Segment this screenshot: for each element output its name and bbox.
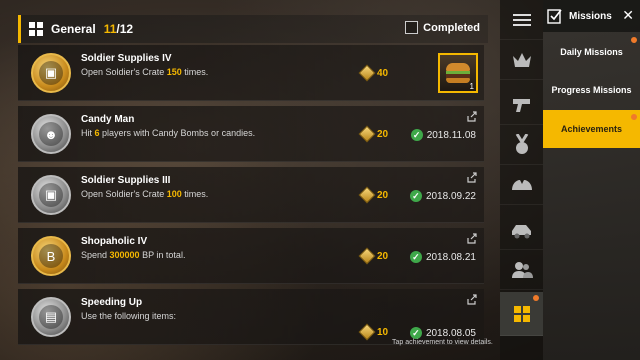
crate-medal-icon: ▣ xyxy=(31,53,71,93)
completion-date: 2018.09.22 xyxy=(425,190,476,202)
reward-item[interactable]: 1 xyxy=(438,53,478,93)
points-icon xyxy=(358,323,376,341)
achievement-desc: Open Soldier's Crate 100 times. xyxy=(81,189,208,199)
items-medal-icon: ▤ xyxy=(31,297,71,337)
achievement-list[interactable]: ▣ Soldier Supplies IV Open Soldier's Cra… xyxy=(18,45,484,345)
achievement-desc: Open Soldier's Crate 150 times. xyxy=(81,67,208,77)
notification-dot xyxy=(631,114,637,120)
desc-text: Open Soldier's Crate xyxy=(81,67,167,77)
desc-text: Use the following items: xyxy=(81,311,177,321)
desc-text: Hit xyxy=(81,128,95,138)
grid-glyph xyxy=(513,305,530,322)
desc-highlight: 150 xyxy=(166,67,182,77)
missions-header: Missions ✕ xyxy=(543,0,640,32)
check-icon: ✓ xyxy=(409,327,422,339)
completion-status: ✓ 2018.11.08 xyxy=(410,129,476,141)
achievement-points: 10 xyxy=(358,323,389,341)
points-value: 40 xyxy=(377,67,389,79)
points-value: 20 xyxy=(377,189,389,201)
points-value: 20 xyxy=(377,250,389,262)
completion-date: 2018.11.08 xyxy=(426,129,476,141)
share-icon[interactable] xyxy=(466,111,478,123)
completed-checkbox[interactable] xyxy=(405,21,419,34)
reward-count: 1 xyxy=(469,82,474,91)
achievements-header: General 11/12 Completed xyxy=(18,15,488,43)
desc-text: Spend xyxy=(81,250,110,260)
notification-dot xyxy=(631,37,637,43)
achievement-points: 40 xyxy=(358,64,389,82)
medal-icon[interactable] xyxy=(500,125,543,165)
achievement-row[interactable]: ☻ Candy Man Hit 6 players with Candy Bom… xyxy=(18,106,484,162)
count-total: /12 xyxy=(116,22,134,36)
completion-status: ✓ 2018.09.22 xyxy=(409,190,476,202)
notification-dot xyxy=(533,295,539,301)
achievement-desc: Spend 300000 BP in total. xyxy=(81,250,185,260)
missions-title: Missions xyxy=(569,10,612,22)
share-icon[interactable] xyxy=(466,294,478,306)
desc-text: times. xyxy=(181,67,209,77)
desc-text: BP in total. xyxy=(139,250,186,260)
achievement-points: 20 xyxy=(358,247,389,265)
achievement-title: Candy Man xyxy=(81,114,135,125)
points-icon xyxy=(358,247,376,265)
desc-text: players with Candy Bombs or candies. xyxy=(99,128,256,138)
crate-medal-icon: ▣ xyxy=(31,175,71,215)
share-icon[interactable] xyxy=(466,172,478,184)
crown-icon[interactable] xyxy=(500,40,543,80)
points-value: 10 xyxy=(377,326,389,338)
points-icon xyxy=(358,125,376,143)
points-value: 20 xyxy=(377,128,389,140)
completion-status: ✓ 2018.08.05 xyxy=(409,327,476,339)
burger-icon xyxy=(446,63,470,83)
achievement-title: Soldier Supplies III xyxy=(81,175,171,186)
menu-daily-missions[interactable]: Daily Missions xyxy=(543,33,640,71)
menu-icon[interactable] xyxy=(500,0,543,40)
desc-highlight: 100 xyxy=(166,189,182,199)
desc-highlight: 300000 xyxy=(109,250,140,260)
close-icon[interactable]: ✕ xyxy=(622,8,634,22)
achievement-title: Soldier Supplies IV xyxy=(81,53,172,64)
footer-hint: Tap achievement to view details. xyxy=(392,339,493,346)
completion-status: ✓ 2018.08.21 xyxy=(409,251,476,263)
check-icon: ✓ xyxy=(409,190,422,202)
check-icon: ✓ xyxy=(409,251,422,263)
check-icon: ✓ xyxy=(410,129,423,141)
desc-text: Open Soldier's Crate xyxy=(81,189,167,199)
missions-menu: Missions ✕ Daily Missions Progress Missi… xyxy=(543,0,640,360)
completion-date: 2018.08.05 xyxy=(425,327,476,339)
bp-medal-icon: B xyxy=(31,236,71,276)
checklist-icon xyxy=(547,9,562,24)
grid-icon xyxy=(29,22,43,36)
achievement-count: 11/12 xyxy=(104,22,133,36)
vehicle-icon[interactable] xyxy=(500,210,543,250)
achievement-points: 20 xyxy=(358,125,389,143)
achievement-desc: Hit 6 players with Candy Bombs or candie… xyxy=(81,128,255,138)
completion-date: 2018.08.21 xyxy=(425,251,476,263)
friends-icon[interactable] xyxy=(500,250,543,290)
achievement-row[interactable]: ▣ Soldier Supplies III Open Soldier's Cr… xyxy=(18,167,484,223)
count-done: 11 xyxy=(103,22,117,36)
achievement-row[interactable]: ▤ Speeding Up Use the following items: 1… xyxy=(18,289,484,345)
achievement-title: Shopaholic IV xyxy=(81,236,148,247)
achievement-row[interactable]: ▣ Soldier Supplies IV Open Soldier's Cra… xyxy=(18,45,484,101)
category-iconbar xyxy=(500,0,543,360)
menu-achievements[interactable]: Achievements xyxy=(543,110,640,148)
share-icon[interactable] xyxy=(466,233,478,245)
achievement-points: 20 xyxy=(358,186,389,204)
grid-icon[interactable] xyxy=(500,292,543,336)
achievement-row[interactable]: B Shopaholic IV Spend 300000 BP in total… xyxy=(18,228,484,284)
pistol-icon[interactable] xyxy=(500,85,543,125)
desc-text: times. xyxy=(181,189,209,199)
candy-medal-icon: ☻ xyxy=(31,114,71,154)
completed-label: Completed xyxy=(423,21,480,34)
category-title: General xyxy=(51,22,96,36)
menu-progress-missions[interactable]: Progress Missions xyxy=(543,71,640,109)
achievement-desc: Use the following items: xyxy=(81,311,176,321)
points-icon xyxy=(358,64,376,82)
muscle-icon[interactable] xyxy=(500,165,543,205)
completed-filter[interactable]: Completed xyxy=(405,21,480,34)
achievement-title: Speeding Up xyxy=(81,297,143,308)
points-icon xyxy=(358,186,376,204)
